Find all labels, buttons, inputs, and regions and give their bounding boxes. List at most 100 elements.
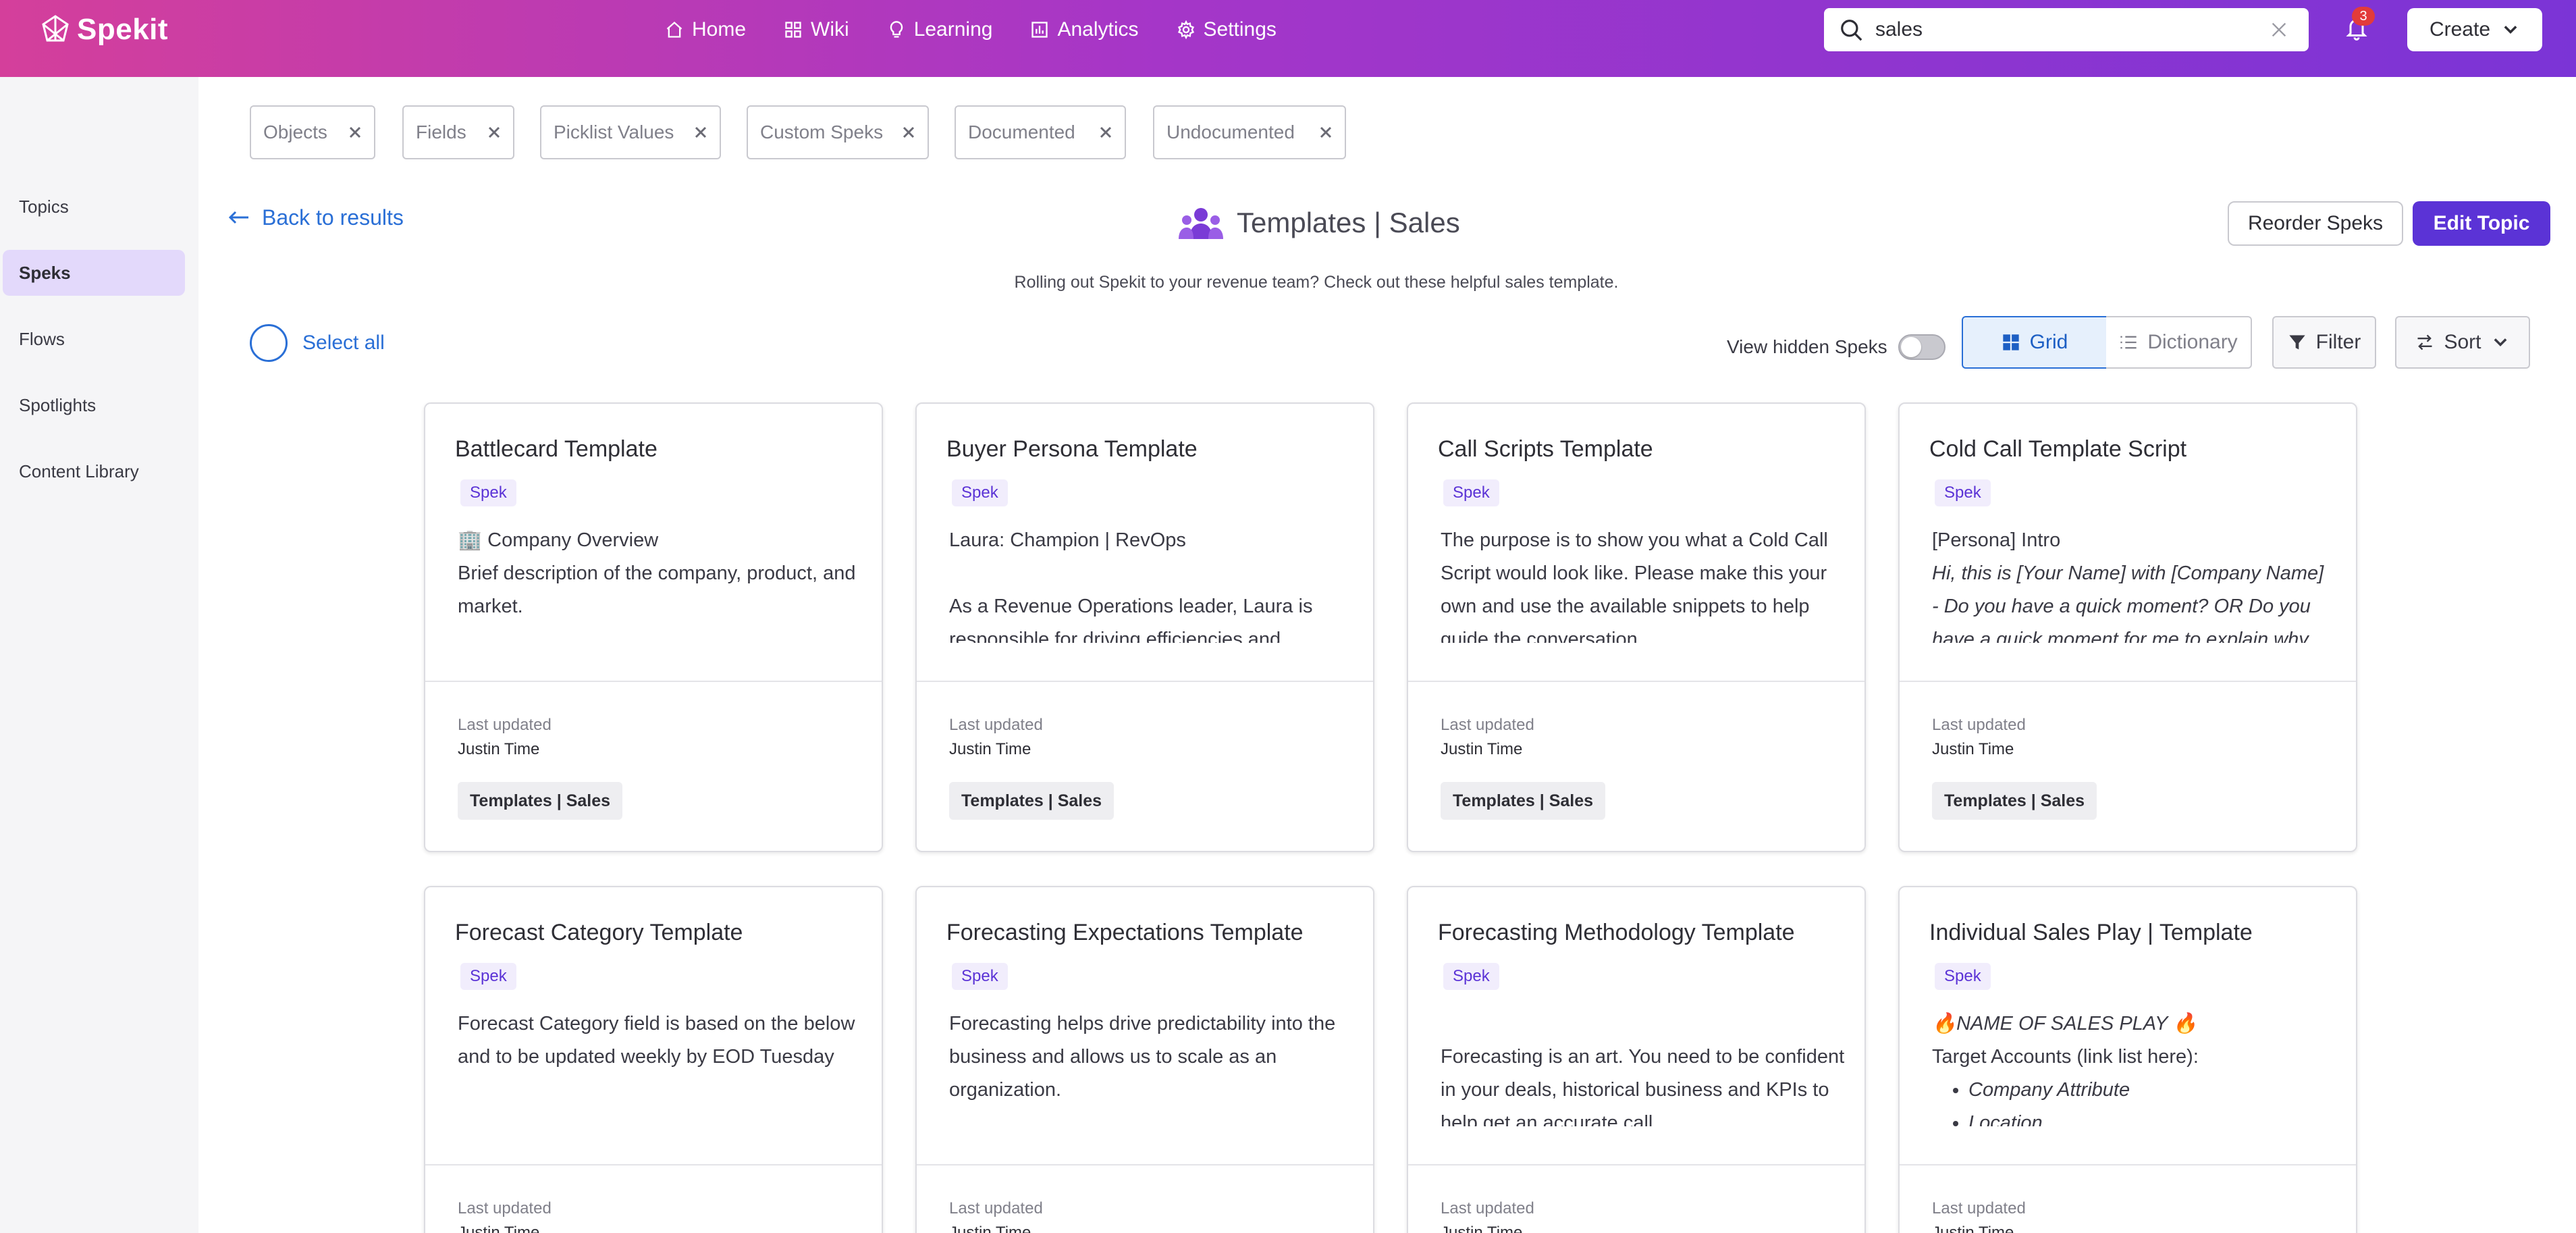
card-preview-line: The purpose is to show you what a Cold C… xyxy=(1441,529,1828,643)
last-updated-author: Justin Time xyxy=(1441,1224,1523,1233)
last-updated-label: Last updated xyxy=(1932,1199,2026,1217)
filter-chip-custom-speks[interactable]: Custom Speks xyxy=(747,105,929,159)
swap-icon xyxy=(2417,334,2432,350)
app-name: Spekit xyxy=(77,13,169,46)
filter-button[interactable]: Filter xyxy=(2272,316,2376,369)
spek-card[interactable]: Buyer Persona Template Spek Laura: Champ… xyxy=(915,402,1374,852)
sort-label: Sort xyxy=(2444,331,2481,353)
chart-icon xyxy=(1031,22,1048,38)
nav-settings-label: Settings xyxy=(1203,18,1277,41)
filter-chip-picklist-values[interactable]: Picklist Values xyxy=(540,105,721,159)
filter-chip-undocumented[interactable]: Undocumented xyxy=(1153,105,1346,159)
clear-search-icon[interactable] xyxy=(2270,20,2288,39)
spek-card[interactable]: Individual Sales Play | Template Spek 🔥N… xyxy=(1898,886,2357,1233)
card-title: Call Scripts Template xyxy=(1438,436,1653,462)
card-preview-line: Forecasting helps drive predictability i… xyxy=(949,1013,1336,1101)
nav-learning[interactable]: Learning xyxy=(887,15,992,45)
spek-card[interactable]: Call Scripts Template Spek The purpose i… xyxy=(1407,402,1866,852)
last-updated-author: Justin Time xyxy=(949,1224,1031,1233)
select-all-label: Select all xyxy=(302,332,385,354)
last-updated-author: Justin Time xyxy=(1441,740,1523,758)
select-all-checkbox[interactable] xyxy=(250,324,288,362)
last-updated-author: Justin Time xyxy=(1932,740,2014,758)
nav-settings[interactable]: Settings xyxy=(1177,15,1277,45)
nav-wiki[interactable]: Wiki xyxy=(784,15,849,45)
view-hidden-speks: View hidden Speks xyxy=(1727,331,1946,363)
last-updated-author: Justin Time xyxy=(949,740,1031,758)
filter-chip-fields[interactable]: Fields xyxy=(402,105,514,159)
card-preview: [Persona] Intro Hi, this is [Your Name] … xyxy=(1932,524,2337,643)
nav-analytics[interactable]: Analytics xyxy=(1030,15,1139,45)
spekit-logo[interactable]: Spekit xyxy=(39,9,168,50)
filter-chip-label: Undocumented xyxy=(1166,122,1295,142)
filter-chip-objects[interactable]: Objects xyxy=(250,105,375,159)
select-all-control[interactable]: Select all xyxy=(250,323,385,363)
spek-type-tag: Spek xyxy=(952,479,1008,506)
sidebar-item-spotlights[interactable]: Spotlights xyxy=(3,382,185,428)
sidebar-item-flows[interactable]: Flows xyxy=(3,316,185,362)
toggle-knob xyxy=(1900,337,1921,357)
card-title: Buyer Persona Template xyxy=(946,436,1198,462)
spek-card[interactable]: Cold Call Template Script Spek [Persona]… xyxy=(1898,402,2357,852)
last-updated-label: Last updated xyxy=(458,716,552,734)
last-updated-label: Last updated xyxy=(949,716,1043,734)
spek-type-tag: Spek xyxy=(952,963,1008,990)
dictionary-view-button[interactable]: Dictionary xyxy=(2106,316,2252,369)
remove-chip-icon[interactable] xyxy=(1318,124,1334,140)
card-preview-line: [Persona] Intro xyxy=(1932,529,2061,551)
nav-analytics-label: Analytics xyxy=(1057,18,1139,41)
gear-icon xyxy=(1177,20,1194,39)
sort-button[interactable]: Sort xyxy=(2395,316,2530,369)
sidebar-item-label: Spotlights xyxy=(19,394,97,415)
sidebar-item-label: Content Library xyxy=(19,461,139,481)
card-divider xyxy=(425,681,882,682)
back-to-results-link[interactable]: Back to results xyxy=(228,204,404,231)
sidebar-item-content-library[interactable]: Content Library xyxy=(3,448,185,494)
topic-tag[interactable]: Templates | Sales xyxy=(458,782,623,820)
remove-chip-icon[interactable] xyxy=(347,124,363,140)
spek-card[interactable]: Forecasting Methodology Template Spek Fo… xyxy=(1407,886,1866,1233)
filter-chip-documented[interactable]: Documented xyxy=(955,105,1126,159)
grid-view-button[interactable]: Grid xyxy=(1962,316,2108,369)
remove-chip-icon[interactable] xyxy=(1098,124,1114,140)
main-nav: Home Wiki Learning Analytics Settings xyxy=(665,15,1314,45)
chevron-down-icon xyxy=(2494,338,2506,346)
sidebar-item-topics[interactable]: Topics xyxy=(3,184,185,230)
card-divider xyxy=(917,681,1373,682)
remove-chip-icon[interactable] xyxy=(901,124,917,140)
remove-chip-icon[interactable] xyxy=(693,124,709,140)
card-preview-bullet: Company Attribute xyxy=(1968,1074,2337,1107)
filter-chip-label: Fields xyxy=(416,122,466,142)
search-input[interactable] xyxy=(1875,15,2240,45)
spek-card[interactable]: Forecasting Expectations Template Spek F… xyxy=(915,886,1374,1233)
card-preview-bullet: Location xyxy=(1968,1107,2337,1126)
spek-card[interactable]: Battlecard Template Spek 🏢 Company Overv… xyxy=(424,402,883,852)
filter-chip-label: Picklist Values xyxy=(554,122,674,142)
topic-title: Templates | Sales xyxy=(1177,203,1460,243)
card-preview-line: 🏢 Company Overview xyxy=(458,529,659,551)
spek-type-tag: Spek xyxy=(1443,479,1499,506)
back-label: Back to results xyxy=(262,205,404,230)
remove-chip-icon[interactable] xyxy=(486,124,502,140)
topic-tag[interactable]: Templates | Sales xyxy=(1441,782,1606,820)
create-button[interactable]: Create xyxy=(2407,8,2542,51)
sidebar: Topics Speks Flows Spotlights Content Li… xyxy=(0,77,198,1233)
edit-topic-button[interactable]: Edit Topic xyxy=(2413,201,2550,246)
last-updated-label: Last updated xyxy=(458,1199,552,1217)
topic-tag[interactable]: Templates | Sales xyxy=(949,782,1115,820)
topic-tag[interactable]: Templates | Sales xyxy=(1932,782,2097,820)
nav-wiki-label: Wiki xyxy=(811,18,849,41)
search-box[interactable] xyxy=(1824,8,2309,51)
last-updated-author: Justin Time xyxy=(458,1224,540,1233)
nav-home-label: Home xyxy=(692,18,747,41)
card-preview-line: Forecasting is an art. You need to be co… xyxy=(1441,1046,1845,1126)
card-preview-line: Brief description of the company, produc… xyxy=(458,562,856,617)
chevron-down-icon xyxy=(2504,26,2517,34)
spek-card[interactable]: Forecast Category Template Spek Forecast… xyxy=(424,886,883,1233)
view-hidden-toggle[interactable] xyxy=(1898,334,1946,360)
grid-view-label: Grid xyxy=(2029,331,2068,353)
card-preview-line: 🔥NAME OF SALES PLAY 🔥 xyxy=(1932,1013,2197,1034)
reorder-speks-button[interactable]: Reorder Speks xyxy=(2228,201,2403,246)
card-title: Battlecard Template xyxy=(455,436,658,462)
nav-home[interactable]: Home xyxy=(665,15,746,45)
